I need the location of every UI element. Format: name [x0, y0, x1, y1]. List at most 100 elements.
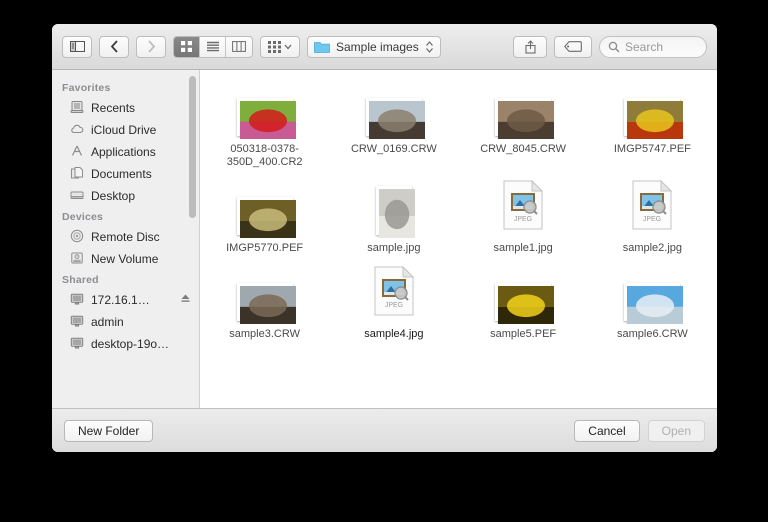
- eject-icon[interactable]: [180, 293, 191, 304]
- display-icon: [70, 314, 84, 331]
- file-name-label: sample5.PEF: [490, 328, 557, 340]
- file-item[interactable]: IMGP5747.PEF: [588, 84, 717, 169]
- new-folder-button[interactable]: New Folder: [64, 419, 154, 442]
- photo-thumbnail: [236, 197, 296, 238]
- file-item[interactable]: 050318-0378-350D_400.CR2: [200, 84, 329, 169]
- open-file-dialog: Sample images Search Favorites Recents i…: [52, 24, 717, 452]
- jpeg-document-icon: JPEG: [503, 179, 544, 235]
- toolbar: Sample images Search: [52, 24, 717, 70]
- tag-button[interactable]: [554, 35, 592, 58]
- back-button[interactable]: [99, 35, 129, 58]
- file-name-label: IMGP5770.PEF: [226, 242, 304, 254]
- file-item[interactable]: CRW_0169.CRW: [329, 84, 458, 169]
- sidebar-item-new-volume[interactable]: New Volume: [52, 248, 199, 270]
- file-item[interactable]: sample.jpg: [329, 183, 458, 255]
- icon-view-icon: [181, 41, 192, 52]
- sidebar-item-icloud-drive[interactable]: iCloud Drive: [52, 119, 199, 141]
- file-name-label: IMGP5747.PEF: [613, 143, 691, 155]
- tab-list-view[interactable]: [200, 36, 226, 57]
- file-thumbnail[interactable]: [236, 183, 296, 238]
- photo-thumbnail: [378, 189, 415, 238]
- sidebar-toggle-button[interactable]: [62, 35, 92, 58]
- file-item[interactable]: sample5.PEF: [459, 269, 588, 341]
- file-thumbnail[interactable]: [375, 183, 415, 238]
- file-thumbnail[interactable]: JPEG: [632, 179, 673, 235]
- file-thumbnail[interactable]: [624, 84, 684, 139]
- file-thumbnail[interactable]: [365, 84, 425, 139]
- file-item[interactable]: JPEG sample4.jpg: [329, 265, 458, 341]
- sidebar-item-desktop-19o[interactable]: desktop-19o…: [52, 333, 199, 355]
- desktop-icon: [70, 188, 84, 205]
- arrange-by-button[interactable]: [260, 35, 300, 58]
- eject-icon[interactable]: [180, 293, 191, 307]
- forward-button[interactable]: [136, 35, 166, 58]
- sidebar-section-title: Shared: [62, 274, 99, 286]
- chevron-left-icon: [110, 40, 118, 53]
- photo-thumbnail: [239, 101, 296, 139]
- sidebar-item-admin[interactable]: admin: [52, 311, 199, 333]
- share-icon: [524, 39, 536, 54]
- sidebar-section-title: Favorites: [62, 82, 111, 94]
- file-item[interactable]: sample3.CRW: [200, 269, 329, 341]
- sidebar-item-documents[interactable]: Documents: [52, 163, 199, 185]
- applications-icon: [70, 144, 84, 161]
- sidebar-toggle-icon: [69, 41, 85, 52]
- documents-icon: [70, 166, 84, 183]
- sidebar-item-desktop[interactable]: Desktop: [52, 185, 199, 207]
- file-item[interactable]: CRW_8045.CRW: [459, 84, 588, 169]
- file-browser[interactable]: 050318-0378-350D_400.CR2 CRW_0169.CRW CR…: [200, 70, 717, 408]
- tab-icon-view[interactable]: [174, 36, 200, 57]
- photo-thumbnail: [375, 186, 415, 238]
- file-thumbnail[interactable]: [624, 269, 684, 324]
- jpeg-document-icon: JPEG: [374, 265, 415, 321]
- chevron-down-icon: [284, 44, 292, 49]
- path-popup-button[interactable]: Sample images: [307, 35, 441, 58]
- svg-text:JPEG: JPEG: [385, 302, 403, 309]
- file-thumbnail[interactable]: JPEG: [503, 179, 544, 235]
- sidebar-item-applications[interactable]: Applications: [52, 141, 199, 163]
- sidebar-section-title: Devices: [62, 211, 104, 223]
- file-name-label: sample4.jpg: [364, 328, 424, 340]
- sidebar-scrollbar[interactable]: [189, 76, 196, 218]
- view-mode-segmented-control[interactable]: [173, 35, 253, 58]
- file-name-label: sample1.jpg: [493, 242, 553, 254]
- sidebar-item-172-16-1[interactable]: 172.16.1…: [52, 289, 199, 311]
- file-name-label: sample2.jpg: [622, 242, 683, 254]
- file-thumbnail[interactable]: JPEG: [374, 265, 415, 321]
- file-grid: 050318-0378-350D_400.CR2 CRW_0169.CRW CR…: [200, 84, 717, 341]
- cancel-button[interactable]: Cancel: [574, 419, 640, 442]
- sidebar-item-remote-disc[interactable]: Remote Disc: [52, 226, 199, 248]
- column-view-icon: [232, 41, 246, 52]
- tab-column-view[interactable]: [226, 37, 252, 57]
- sidebar-item-label: Recents: [91, 101, 136, 115]
- arrange-by-icon: [268, 40, 281, 53]
- file-item[interactable]: sample6.CRW: [588, 269, 717, 341]
- sidebar-item-recents[interactable]: Recents: [52, 97, 199, 119]
- photo-thumbnail: [624, 98, 684, 139]
- photo-thumbnail: [624, 283, 684, 324]
- file-name-label: 050318-0378-350D_400.CR2: [226, 143, 303, 168]
- dialog-body: Favorites Recents iCloud Drive Applicati…: [52, 70, 717, 408]
- share-button[interactable]: [513, 35, 547, 58]
- photo-thumbnail: [495, 98, 555, 139]
- file-name-label: sample3.CRW: [229, 328, 300, 340]
- path-label: Sample images: [336, 39, 419, 54]
- photo-thumbnail: [236, 283, 296, 324]
- folder-icon: [314, 42, 330, 53]
- file-thumbnail[interactable]: [236, 84, 296, 139]
- display-icon: [70, 292, 84, 309]
- sidebar-item-label: Remote Disc: [91, 230, 160, 244]
- file-item[interactable]: JPEG sample1.jpg: [459, 179, 588, 255]
- chevron-right-icon: [147, 40, 155, 53]
- search-placeholder: Search: [625, 39, 664, 54]
- file-thumbnail[interactable]: [495, 84, 555, 139]
- open-button[interactable]: Open: [647, 419, 705, 442]
- file-item[interactable]: IMGP5770.PEF: [200, 183, 329, 255]
- file-thumbnail[interactable]: [236, 269, 296, 324]
- photo-thumbnail: [627, 286, 684, 324]
- file-item[interactable]: JPEG sample2.jpg: [588, 179, 717, 255]
- photo-thumbnail: [627, 101, 684, 139]
- svg-text:JPEG: JPEG: [643, 216, 661, 223]
- file-thumbnail[interactable]: [495, 269, 555, 324]
- search-field[interactable]: Search: [599, 35, 707, 58]
